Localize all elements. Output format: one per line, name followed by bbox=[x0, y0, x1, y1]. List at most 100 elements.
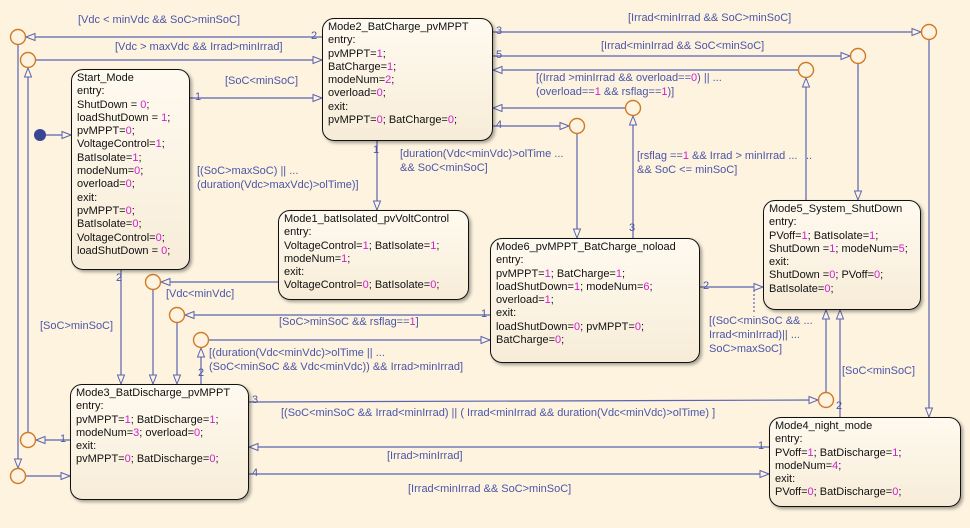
arrowhead-icon bbox=[34, 435, 46, 445]
state-action: VoltageControl=1; bbox=[77, 138, 165, 151]
state-action: pvMPPT=0; BatDischarge=0; bbox=[76, 453, 219, 466]
arrowhead-icon bbox=[491, 65, 503, 75]
execution-order: 2 bbox=[836, 400, 843, 412]
transition-label[interactable]: [Vdc<minVdc] bbox=[166, 288, 234, 302]
transition-label[interactable]: (SoC<minSoC && Vdc<minVdc)) && Irrad>min… bbox=[209, 361, 463, 375]
arrowhead-icon bbox=[159, 277, 171, 287]
state-mode6[interactable]: Mode6_pvMPPT_BatCharge_noload entry: pvMPP… bbox=[490, 238, 700, 363]
transition-label[interactable]: (overload==1 && rsflag==1)] bbox=[536, 86, 674, 100]
arrowhead-icon bbox=[13, 458, 23, 470]
state-action: exit: bbox=[775, 473, 796, 486]
state-action: BatCharge=0; bbox=[496, 334, 565, 347]
state-action: loadShutDown=1; modeNum=6; bbox=[496, 280, 653, 293]
transition-label[interactable]: [duration(Vdc<minVdc)>olTime ... bbox=[400, 148, 563, 162]
transition-label[interactable]: [Vdc < minVdc && SoC>minSoC] bbox=[78, 14, 240, 28]
junction-icon[interactable] bbox=[19, 431, 37, 449]
junction-icon[interactable] bbox=[849, 47, 867, 65]
arrowhead-icon bbox=[821, 308, 831, 320]
transition-label[interactable]: [(duration(Vdc<minVdc)>olTime || ... bbox=[209, 347, 385, 361]
state-mode4[interactable]: Mode4_night_mode entry: PVoff=1; BatDischa… bbox=[769, 417, 961, 507]
junction-icon[interactable] bbox=[624, 99, 642, 117]
transition-label[interactable]: && SoC <= minSoC] bbox=[637, 164, 737, 178]
junction-icon[interactable] bbox=[9, 28, 27, 46]
junction-icon[interactable] bbox=[144, 273, 162, 291]
transition-label[interactable]: [Irrad>minIrrad] bbox=[387, 450, 463, 464]
transition-label[interactable]: [(SoC<minSoC && Irrad<minIrrad) || ( Irr… bbox=[281, 407, 715, 421]
transition-label[interactable]: [SoC>minSoC && rsflag==1] bbox=[279, 316, 419, 330]
arrowhead-icon bbox=[23, 66, 33, 78]
arrowhead-icon bbox=[312, 55, 324, 65]
execution-order: 1 bbox=[758, 440, 765, 452]
state-mode3[interactable]: Mode3_BatDischarge_pvMPPT entry: pvMPPT=1;… bbox=[70, 384, 249, 500]
arrowhead-icon bbox=[172, 374, 182, 386]
transition-label[interactable]: [SoC<minSoC] bbox=[225, 75, 298, 89]
arrowhead-icon bbox=[148, 374, 158, 386]
state-action: entry: bbox=[328, 34, 356, 47]
state-action: loadShutDown=0; pvMPPT=0; bbox=[496, 320, 645, 333]
transition-label[interactable]: Irrad<minIrrad)|| ... bbox=[709, 329, 800, 343]
state-action: entry: bbox=[284, 226, 312, 239]
state-action: ShutDown =0; PVoff=0; bbox=[769, 269, 884, 282]
arrowhead-icon bbox=[924, 407, 934, 419]
arrowhead-icon bbox=[196, 346, 206, 358]
transition-label[interactable]: [(SoC<minSoC && ... bbox=[709, 315, 813, 329]
execution-order: 4 bbox=[252, 467, 259, 479]
state-action: pvMPPT=1; BatDischarge=1; bbox=[76, 413, 219, 426]
junction-icon[interactable] bbox=[568, 117, 586, 135]
state-action: exit: bbox=[76, 440, 97, 453]
state-action: ShutDown =1; modeNum=5; bbox=[769, 242, 908, 255]
state-action: overload=0; bbox=[328, 87, 386, 100]
execution-order: 1 bbox=[481, 308, 488, 320]
junction-icon[interactable] bbox=[19, 51, 37, 69]
arrowhead-icon bbox=[491, 103, 503, 113]
junction-icon[interactable] bbox=[9, 467, 27, 485]
junction-icon[interactable] bbox=[920, 23, 938, 41]
transition-label[interactable]: [(Irrad >minIrrad && overload==0) || ... bbox=[536, 72, 722, 86]
state-mode2[interactable]: Mode2_BatCharge_pvMPPT entry: pvMPPT=1; Bat… bbox=[322, 18, 493, 141]
execution-order: 1 bbox=[373, 144, 380, 156]
state-action: modeNum=3; overload=0; bbox=[76, 426, 204, 439]
transition-label[interactable]: [Vdc > maxVdc && Irrad>minIrrad] bbox=[115, 41, 283, 55]
state-action: exit: bbox=[284, 266, 305, 279]
execution-order: 2 bbox=[116, 272, 123, 284]
state-name: Mode4_night_mode bbox=[775, 420, 873, 432]
transition-label[interactable]: [Irrad<minIrrad && SoC>minSoC] bbox=[408, 483, 571, 497]
state-action: modeNum=4; bbox=[775, 459, 842, 472]
state-action: BatIsolate=1; bbox=[77, 151, 142, 164]
state-action: PVoff=0; BatDischarge=0; bbox=[775, 486, 902, 499]
arrowhead-icon bbox=[372, 200, 382, 212]
transition-label[interactable]: [rsflag ==1 && Irrad > minIrrad ... bbox=[637, 150, 798, 164]
state-action: modeNum=0; bbox=[77, 165, 144, 178]
transition-label[interactable]: [SoC<minSoC] bbox=[842, 365, 915, 379]
transition-label[interactable]: && SoC<minSoC] bbox=[400, 162, 488, 176]
state-action: pvMPPT=0; BatCharge=0; bbox=[328, 114, 458, 127]
execution-order: 2 bbox=[703, 280, 710, 292]
junction-icon[interactable] bbox=[817, 391, 835, 409]
transition-label[interactable]: [Irrad<minIrrad && SoC<minSoC] bbox=[601, 40, 764, 54]
transition-label[interactable]: .. bbox=[806, 150, 812, 164]
state-name: Mode6_pvMPPT_BatCharge_noload bbox=[496, 241, 676, 253]
state-start[interactable]: Start_Mode entry: ShutDown = 0; loadShutDow… bbox=[71, 69, 190, 270]
junction-icon[interactable] bbox=[192, 331, 210, 349]
state-action: VoltageControl=0; bbox=[77, 231, 165, 244]
junction-icon[interactable] bbox=[797, 61, 815, 79]
transition-label[interactable]: [Irrad<minIrrad && SoC>minSoC] bbox=[628, 12, 791, 26]
state-action: entry: bbox=[769, 216, 797, 229]
state-name: Mode3_BatDischarge_pvMPPT bbox=[76, 387, 231, 399]
transition-label[interactable]: SoC>maxSoC] bbox=[709, 343, 782, 357]
transition-label[interactable]: [(SoC>maxSoC) || ... bbox=[197, 165, 298, 179]
state-action: exit: bbox=[496, 307, 517, 320]
execution-order: 3 bbox=[252, 394, 259, 406]
execution-order: 5 bbox=[496, 49, 503, 61]
state-mode5[interactable]: Mode5_System_ShutDown entry: PVoff=1; BatI… bbox=[763, 200, 921, 310]
transition-label[interactable]: (duration(Vdc>maxVdc)>olTime)] bbox=[197, 179, 359, 193]
state-action: entry: bbox=[496, 254, 524, 267]
execution-order: 2 bbox=[198, 367, 205, 379]
transition-label[interactable]: [SoC>minSoC] bbox=[40, 320, 113, 334]
state-name: Mode2_BatCharge_pvMPPT bbox=[328, 21, 469, 33]
state-mode1[interactable]: Mode1_batIsolated_pvVoltControl entry: Vol… bbox=[278, 210, 469, 300]
junction-icon[interactable] bbox=[168, 306, 186, 324]
transition-line[interactable] bbox=[248, 399, 819, 403]
arrowhead-icon bbox=[801, 76, 811, 88]
arrowhead-icon bbox=[480, 335, 492, 345]
